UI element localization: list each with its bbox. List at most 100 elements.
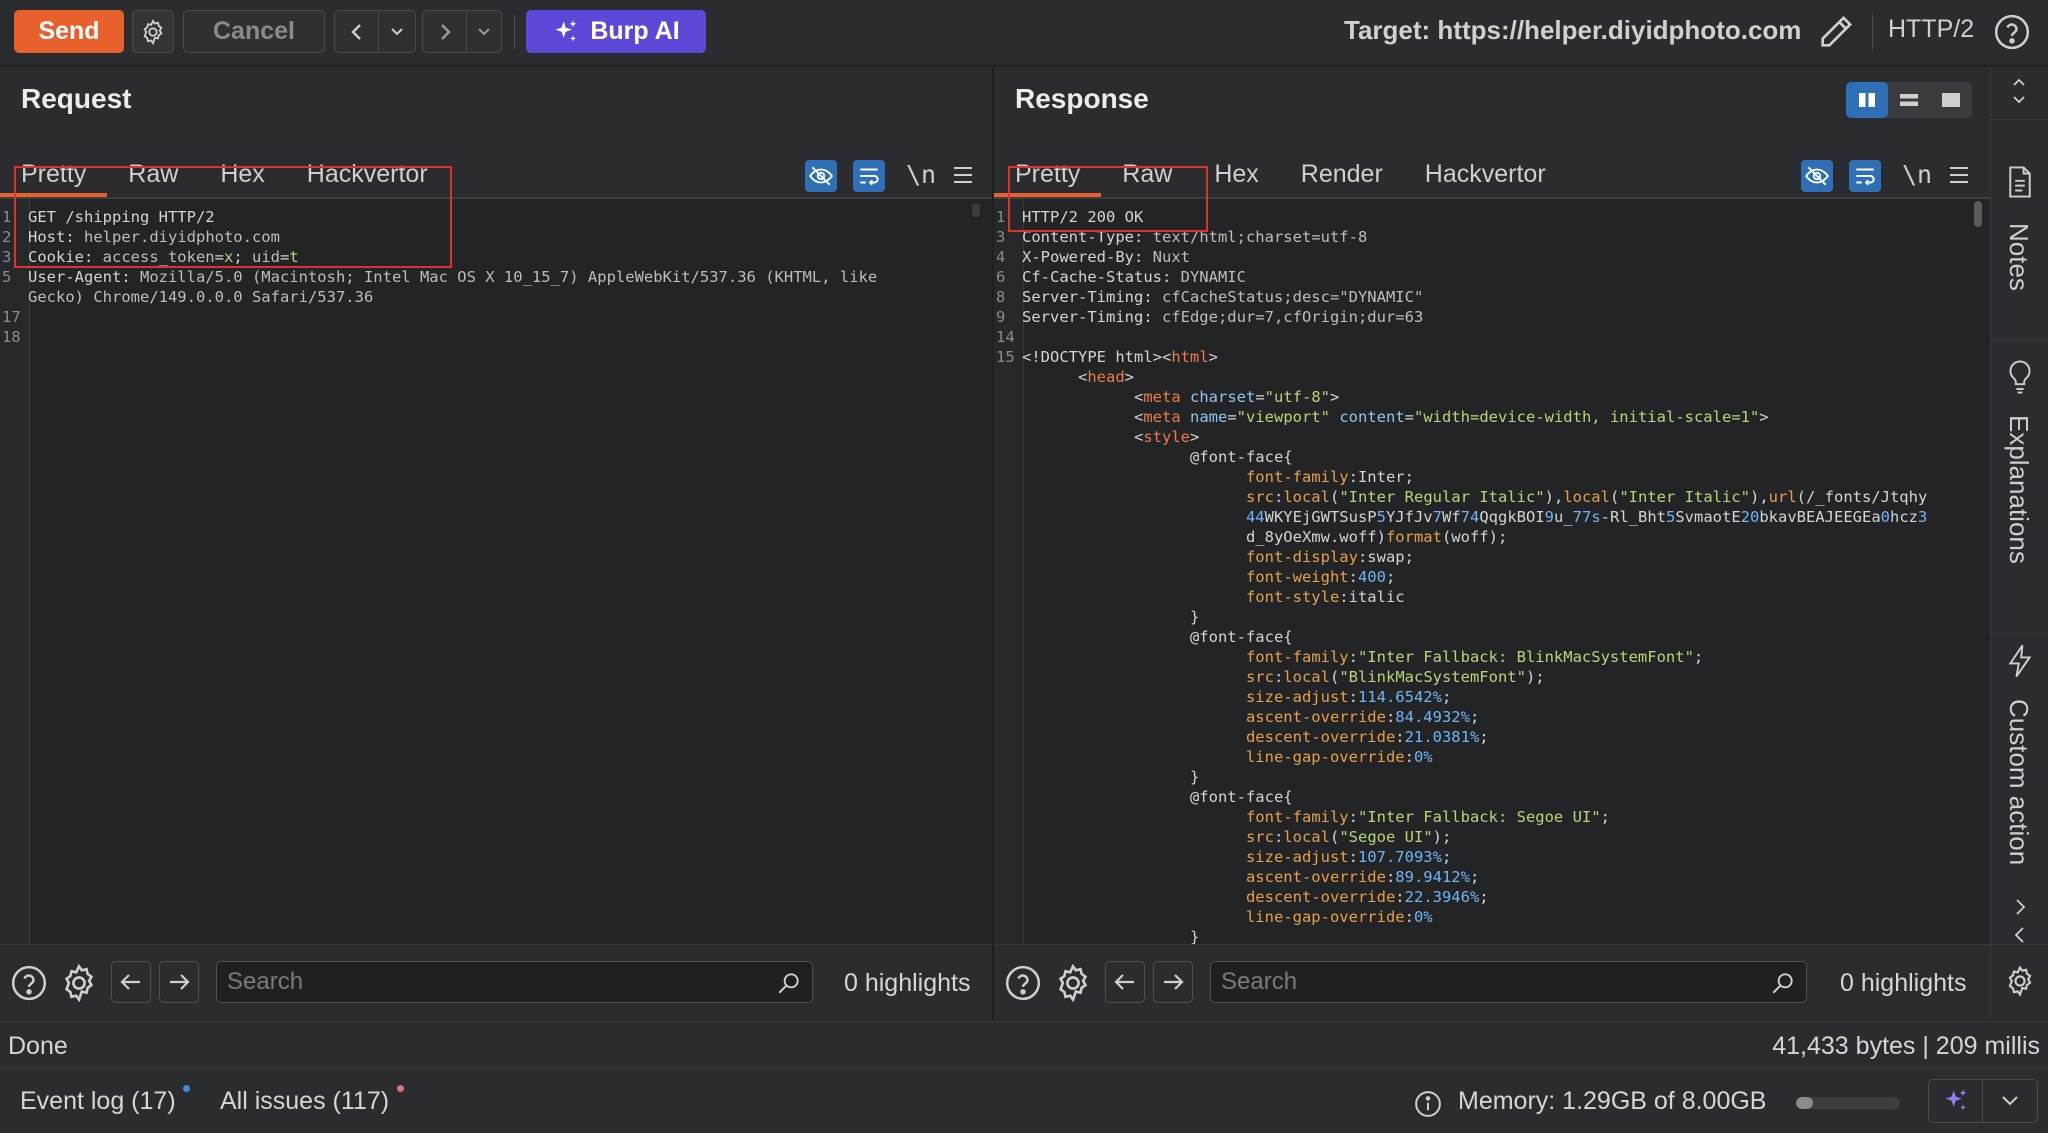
code-token: "viewport" bbox=[1236, 408, 1330, 426]
target-label[interactable]: Target: https://helper.diyidphoto.com bbox=[1344, 15, 1801, 46]
code-token: 0% bbox=[1413, 908, 1433, 926]
search-placeholder: Search bbox=[1221, 968, 1298, 995]
lightbulb-icon[interactable] bbox=[2005, 359, 2035, 395]
code-line: ascent-override:89.9412%; bbox=[994, 867, 1927, 887]
ai-sparkle-button[interactable] bbox=[1929, 1080, 1983, 1122]
code-token: 5 bbox=[1376, 508, 1386, 526]
send-settings-button[interactable] bbox=[132, 10, 174, 53]
layout-side-by-side-button[interactable] bbox=[1846, 82, 1888, 118]
code-token: ; bbox=[1469, 708, 1480, 726]
code-token: font-style bbox=[1022, 588, 1340, 606]
request-search-input[interactable]: Search bbox=[216, 961, 813, 1003]
code-token: < bbox=[1161, 348, 1172, 366]
line-number: 6 bbox=[996, 268, 1006, 286]
code-token: 77s bbox=[1572, 508, 1601, 526]
code-token: Nuxt bbox=[1152, 248, 1190, 266]
code-token: meta bbox=[1143, 408, 1181, 426]
help-icon[interactable] bbox=[1992, 12, 2032, 52]
code-line: @font-face{ bbox=[994, 787, 1927, 807]
line-number: 4 bbox=[996, 248, 1006, 266]
request-editor[interactable]: 1 GET /shipping HTTP/2 2 Host: helper.diyid… bbox=[0, 199, 992, 944]
code-token: 114.6542% bbox=[1357, 688, 1442, 706]
code-line: } bbox=[994, 767, 1927, 787]
divider bbox=[1991, 339, 2048, 340]
word-wrap-toggle[interactable] bbox=[853, 160, 885, 192]
next-match-button[interactable] bbox=[159, 961, 199, 1003]
ai-menu-button[interactable] bbox=[1928, 1079, 2038, 1123]
pencil-icon[interactable] bbox=[1816, 12, 1856, 52]
menu-icon[interactable] bbox=[952, 164, 974, 186]
response-panel: Response Pretty Raw Hex Render Hackverto… bbox=[994, 67, 1990, 1020]
arrow-right-icon bbox=[170, 974, 190, 990]
chevron-right-icon[interactable] bbox=[2013, 897, 2027, 917]
response-tab-hackvertor[interactable]: Hackvertor bbox=[1404, 151, 1567, 197]
code-line: 18 bbox=[0, 327, 877, 347]
response-tab-render[interactable]: Render bbox=[1280, 151, 1404, 197]
gear-icon[interactable] bbox=[2003, 964, 2037, 998]
cancel-button[interactable]: Cancel bbox=[183, 10, 325, 53]
gear-icon[interactable] bbox=[1052, 962, 1094, 1004]
lightning-icon[interactable] bbox=[2005, 643, 2035, 679]
notes-label[interactable]: Notes bbox=[2003, 223, 2034, 291]
response-editor[interactable]: 1 HTTP/2 200 OK 3 Content-Type: text/html;c… bbox=[994, 199, 1990, 944]
line-number: 9 bbox=[996, 308, 1006, 326]
back-arrow-icon[interactable] bbox=[335, 11, 379, 52]
explanations-label[interactable]: Explanations bbox=[2003, 415, 2034, 564]
scrollbar[interactable] bbox=[972, 203, 980, 217]
help-icon[interactable] bbox=[9, 963, 49, 1003]
protocol-label[interactable]: HTTP/2 bbox=[1888, 15, 1974, 44]
next-match-button[interactable] bbox=[1153, 961, 1193, 1003]
hide-nonprintable-toggle[interactable] bbox=[1801, 160, 1833, 192]
scrollbar[interactable] bbox=[1974, 201, 1982, 227]
layout-toggle-group bbox=[1846, 82, 1972, 118]
columns-icon bbox=[1859, 93, 1875, 107]
collapse-chevron-icon[interactable] bbox=[2009, 75, 2029, 107]
code-token: @font-face{ bbox=[1022, 628, 1293, 646]
code-token: -Rl_Bht bbox=[1600, 508, 1666, 526]
code-line: 4 X-Powered-By: Nuxt bbox=[994, 247, 1927, 267]
code-token: src bbox=[1022, 828, 1274, 846]
request-panel: Request Pretty Raw Hex Hackvertor \n 1 GE… bbox=[0, 67, 992, 1020]
code-token: font-weight bbox=[1022, 568, 1349, 586]
back-dropdown-chevron-icon[interactable] bbox=[379, 27, 415, 37]
ai-dropdown-chevron[interactable] bbox=[1983, 1080, 2037, 1122]
code-line: <meta charset="utf-8"> bbox=[994, 387, 1927, 407]
code-token: : bbox=[1273, 668, 1284, 686]
gear-icon[interactable] bbox=[58, 962, 100, 1004]
code-token: : bbox=[1385, 868, 1396, 886]
notes-icon[interactable] bbox=[2005, 165, 2035, 199]
word-wrap-toggle[interactable] bbox=[1849, 160, 1881, 192]
layout-single-button[interactable] bbox=[1930, 82, 1972, 118]
previous-match-button[interactable] bbox=[111, 961, 151, 1003]
code-token: QqgkBOI bbox=[1479, 508, 1545, 526]
response-size-time: 41,433 bytes | 209 millis bbox=[1772, 1032, 2040, 1060]
code-token: YJfJv bbox=[1385, 508, 1433, 526]
layout-stacked-button[interactable] bbox=[1888, 82, 1930, 118]
forward-nav-group bbox=[422, 10, 502, 53]
code-line: src:local("Segoe UI"); bbox=[994, 827, 1927, 847]
toolbar-divider bbox=[1872, 14, 1873, 50]
chevron-left-icon[interactable] bbox=[2013, 925, 2027, 945]
all-issues-link[interactable]: All issues (117) bbox=[220, 1087, 389, 1116]
custom-actions-label[interactable]: Custom action bbox=[2003, 699, 2034, 865]
burp-ai-button[interactable]: Burp AI bbox=[526, 10, 706, 53]
code-line: src:local("BlinkMacSystemFont"); bbox=[994, 667, 1927, 687]
event-log-link[interactable]: Event log (17) bbox=[20, 1087, 176, 1116]
code-token: 400 bbox=[1357, 568, 1386, 586]
code-token: font-family bbox=[1022, 648, 1349, 666]
send-button[interactable]: Send bbox=[14, 10, 124, 53]
code-token: : bbox=[1395, 728, 1405, 746]
response-search-input[interactable]: Search bbox=[1210, 961, 1807, 1003]
code-token: : bbox=[1273, 828, 1284, 846]
newline-toggle[interactable]: \n bbox=[1902, 160, 1932, 189]
forward-dropdown-chevron-icon[interactable] bbox=[467, 27, 501, 37]
arrow-left-icon bbox=[120, 974, 140, 990]
code-token: < bbox=[1022, 408, 1144, 426]
newline-toggle[interactable]: \n bbox=[906, 160, 936, 189]
hide-nonprintable-toggle[interactable] bbox=[805, 160, 837, 192]
menu-icon[interactable] bbox=[1948, 164, 1970, 186]
code-token: font-display bbox=[1022, 548, 1358, 566]
previous-match-button[interactable] bbox=[1105, 961, 1145, 1003]
forward-arrow-icon[interactable] bbox=[423, 11, 467, 52]
help-icon[interactable] bbox=[1003, 963, 1043, 1003]
